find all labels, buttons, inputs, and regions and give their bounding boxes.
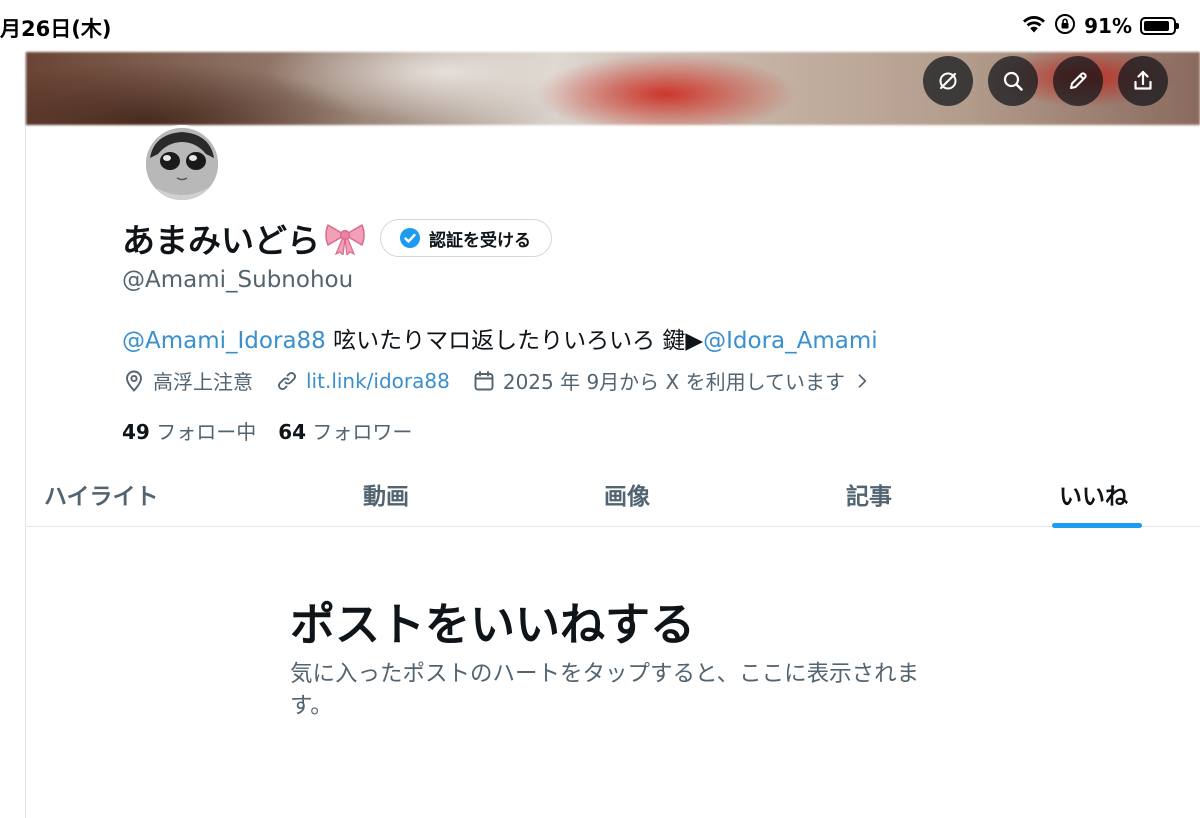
location-text: 高浮上注意 [153,370,253,394]
display-name: あまみいどら [122,221,320,260]
tab-highlights[interactable]: ハイライト [44,460,159,527]
location-icon [126,370,142,392]
status-bar: 月26日(木) 91% [0,0,1200,52]
search-icon [1003,71,1023,91]
followers-label: フォロワー [312,420,413,444]
tab-videos[interactable]: 動画 [363,460,409,527]
get-verified-button[interactable]: 認証を受ける [380,219,552,257]
empty-state-description: 気に入ったポストのハートをタップすると、ここに表示されます。 [290,661,920,719]
active-tab-indicator [1052,523,1142,528]
tab-articles[interactable]: 記事 [846,460,892,527]
battery-percent: 91% [1084,14,1132,38]
orientation-lock-icon [1054,13,1076,39]
following-count: 49 [122,420,150,444]
ribbon-icon [324,221,366,257]
get-verified-label: 認証を受ける [429,230,531,251]
bio-text: 呟いたりマロ返したりいろいろ 鍵▶ [325,328,704,354]
followers-link[interactable]: 64 フォロワー [278,416,412,445]
wifi-icon [1022,15,1046,37]
profile-handle: @Amami_Subnohou [122,267,354,293]
avatar[interactable] [143,125,221,203]
share-icon [1134,70,1152,90]
calendar-icon [474,370,494,390]
joined-item[interactable]: 2025 年 9月から X を利用しています [472,366,872,395]
website-item[interactable]: lit.link/idora88 [275,369,450,393]
joined-text: 2025 年 9月から X を利用しています [502,370,845,394]
verified-badge-icon [400,228,420,248]
profile-tabs: ハイライト 動画 画像 記事 いいね [26,460,1200,528]
chevron-right-icon [858,373,867,388]
follow-stats: 49 フォロー中 64 フォロワー [122,416,434,445]
battery-icon [1140,17,1179,35]
avatar-image [146,128,218,200]
grok-button[interactable] [923,56,973,106]
banner-actions [923,56,1168,106]
bio-mention-link-2[interactable]: @Idora_Amami [703,328,878,354]
tab-likes[interactable]: いいね [1059,460,1128,527]
search-button[interactable] [988,56,1038,106]
left-divider [25,52,26,818]
share-button[interactable] [1118,56,1168,106]
grok-icon [939,72,957,90]
website-link[interactable]: lit.link/idora88 [306,369,450,393]
followers-count: 64 [278,420,307,444]
link-icon [278,371,296,390]
bio-mention-link[interactable]: @Amami_Idora88 [122,328,326,354]
status-date: 月26日(木) [0,17,112,41]
location-item: 高浮上注意 [122,366,253,395]
profile-bio: @Amami_Idora88 呟いたりマロ返したりいろいろ 鍵▶@Idora_A… [122,321,878,355]
profile-name-row: あまみいどら 認証を受ける [122,216,552,260]
edit-button[interactable] [1053,56,1103,106]
profile-meta: 高浮上注意 lit.link/idora88 2025 年 9月から X を利用… [122,366,894,395]
following-link[interactable]: 49 フォロー中 [122,416,256,445]
tab-images[interactable]: 画像 [604,460,650,527]
edit-icon [1070,72,1087,89]
following-label: フォロー中 [156,420,257,444]
empty-state-title: ポストをいいねする [290,598,696,651]
status-icons: 91% [1022,13,1179,39]
